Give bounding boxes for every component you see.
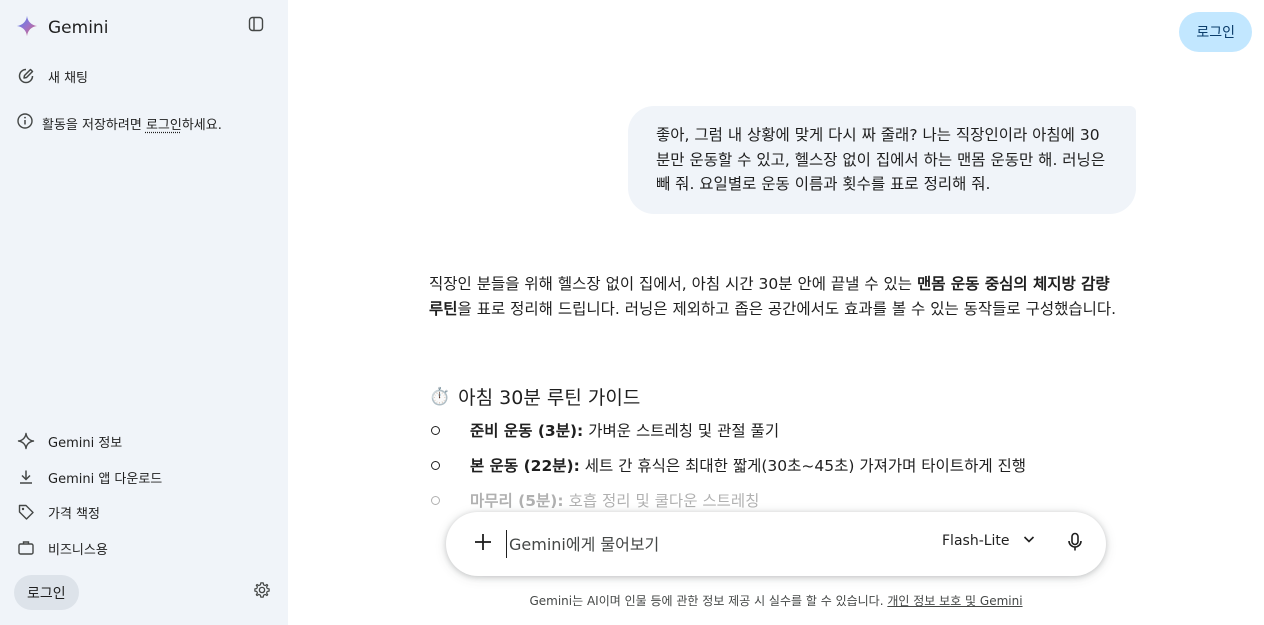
sparkle-icon	[16, 431, 36, 451]
tag-icon	[16, 502, 36, 522]
gear-icon	[253, 581, 271, 603]
bullet-circle-icon	[431, 495, 440, 505]
response-intro-text: 직장인 분들을 위해 헬스장 없이 집에서, 아침 시간 30분 안에 끝낼 수…	[429, 275, 917, 293]
list-item: 마무리 (5분): 호흡 정리 및 쿨다운 스트레칭	[429, 489, 759, 511]
bullet-bold: 본 운동 (22분):	[470, 457, 580, 475]
disclaimer-text: Gemini는 AI이며 인물 등에 관한 정보 제공 시 실수를 할 수 있습…	[529, 594, 888, 608]
brand[interactable]: Gemini	[16, 15, 108, 41]
main-area: 로그인 좋아, 그럼 내 상황에 맞게 다시 짜 줄래? 나는 직장인이라 아침…	[288, 0, 1264, 625]
notice-text: 활동을 저장하려면 로그인하세요.	[42, 114, 222, 133]
notice-login-link[interactable]: 로그인	[146, 118, 182, 133]
microphone-button[interactable]	[1062, 531, 1088, 557]
settings-button[interactable]	[250, 580, 274, 604]
stopwatch-icon: ⏱️	[429, 386, 451, 407]
privacy-link[interactable]: 개인 정보 보호 및 Gemini	[887, 594, 1022, 608]
chevron-down-icon	[1022, 532, 1036, 550]
bullet-text: 세트 간 휴식은 최대한 짧게(30초~45초) 가져가며 타이트하게 진행	[584, 457, 1027, 475]
notice-prefix: 활동을 저장하려면	[42, 117, 146, 133]
info-icon	[16, 112, 34, 134]
section-heading: ⏱️ 아침 30분 루틴 가이드	[429, 383, 640, 410]
bullet-bold: 마무리 (5분):	[470, 492, 564, 510]
briefcase-icon	[16, 538, 36, 558]
disclaimer: Gemini는 AI이며 인물 등에 관한 정보 제공 시 실수를 할 수 있습…	[288, 592, 1264, 609]
user-message: 좋아, 그럼 내 상황에 맞게 다시 짜 줄래? 나는 직장인이라 아침에 30…	[628, 106, 1136, 214]
bullet-circle-icon	[431, 425, 440, 435]
bullet-text: 호흡 정리 및 쿨다운 스트레칭	[568, 492, 760, 510]
sidebar-item-label: 비즈니스용	[48, 542, 108, 558]
section-title: 아침 30분 루틴 가이드	[458, 387, 641, 409]
sidebar-item-business[interactable]: 비즈니스용	[16, 538, 108, 558]
sidebar: Gemini 새 채팅 활동을 저장하려면 로그인하세요. Gemini 정보 …	[0, 0, 288, 625]
login-notice: 활동을 저장하려면 로그인하세요.	[16, 112, 222, 134]
sidebar-item-label: Gemini 정보	[48, 435, 123, 451]
notice-suffix: 하세요.	[181, 117, 222, 133]
microphone-icon	[1066, 532, 1084, 556]
brand-name: Gemini	[48, 18, 109, 38]
model-label: Flash-Lite	[942, 533, 1010, 549]
model-selector[interactable]: Flash-Lite	[942, 532, 1036, 550]
response-intro-text-2: 을 표로 정리해 드립니다. 러닝은 제외하고 좁은 공간에서도 효과를 볼 수…	[457, 299, 1117, 318]
response-intro: 직장인 분들을 위해 헬스장 없이 집에서, 아침 시간 30분 안에 끝낼 수…	[429, 272, 1119, 321]
download-icon	[16, 467, 36, 487]
sidebar-item-label: 가격 책정	[48, 506, 100, 522]
sidebar-item-label: Gemini 앱 다운로드	[48, 471, 163, 487]
sidebar-item-pricing[interactable]: 가격 책정	[16, 502, 100, 522]
plus-icon	[473, 532, 493, 556]
prompt-box: Flash-Lite	[446, 512, 1106, 576]
header-login-button[interactable]: 로그인	[1179, 12, 1252, 52]
new-chat-label: 새 채팅	[48, 70, 89, 86]
new-chat-button[interactable]: 새 채팅	[16, 66, 88, 86]
sidebar-item-app-download[interactable]: Gemini 앱 다운로드	[16, 467, 162, 487]
gemini-logo-icon	[16, 15, 38, 41]
sidebar-toggle-button[interactable]	[244, 14, 268, 38]
sidebar-panel-icon	[248, 16, 264, 36]
add-attachment-button[interactable]	[470, 531, 496, 557]
bullet-bold: 준비 운동 (3분):	[470, 422, 584, 440]
list-item: 준비 운동 (3분): 가벼운 스트레칭 및 관절 풀기	[429, 419, 779, 441]
bullet-text: 가벼운 스트레칭 및 관절 풀기	[588, 422, 780, 440]
prompt-input[interactable]	[506, 530, 866, 558]
sidebar-item-gemini-info[interactable]: Gemini 정보	[16, 431, 122, 451]
list-item: 본 운동 (22분): 세트 간 휴식은 최대한 짧게(30초~45초) 가져가…	[429, 454, 1026, 476]
bullet-circle-icon	[431, 460, 440, 470]
edit-pencil-icon	[16, 66, 36, 86]
sidebar-login-button[interactable]: 로그인	[14, 575, 79, 610]
